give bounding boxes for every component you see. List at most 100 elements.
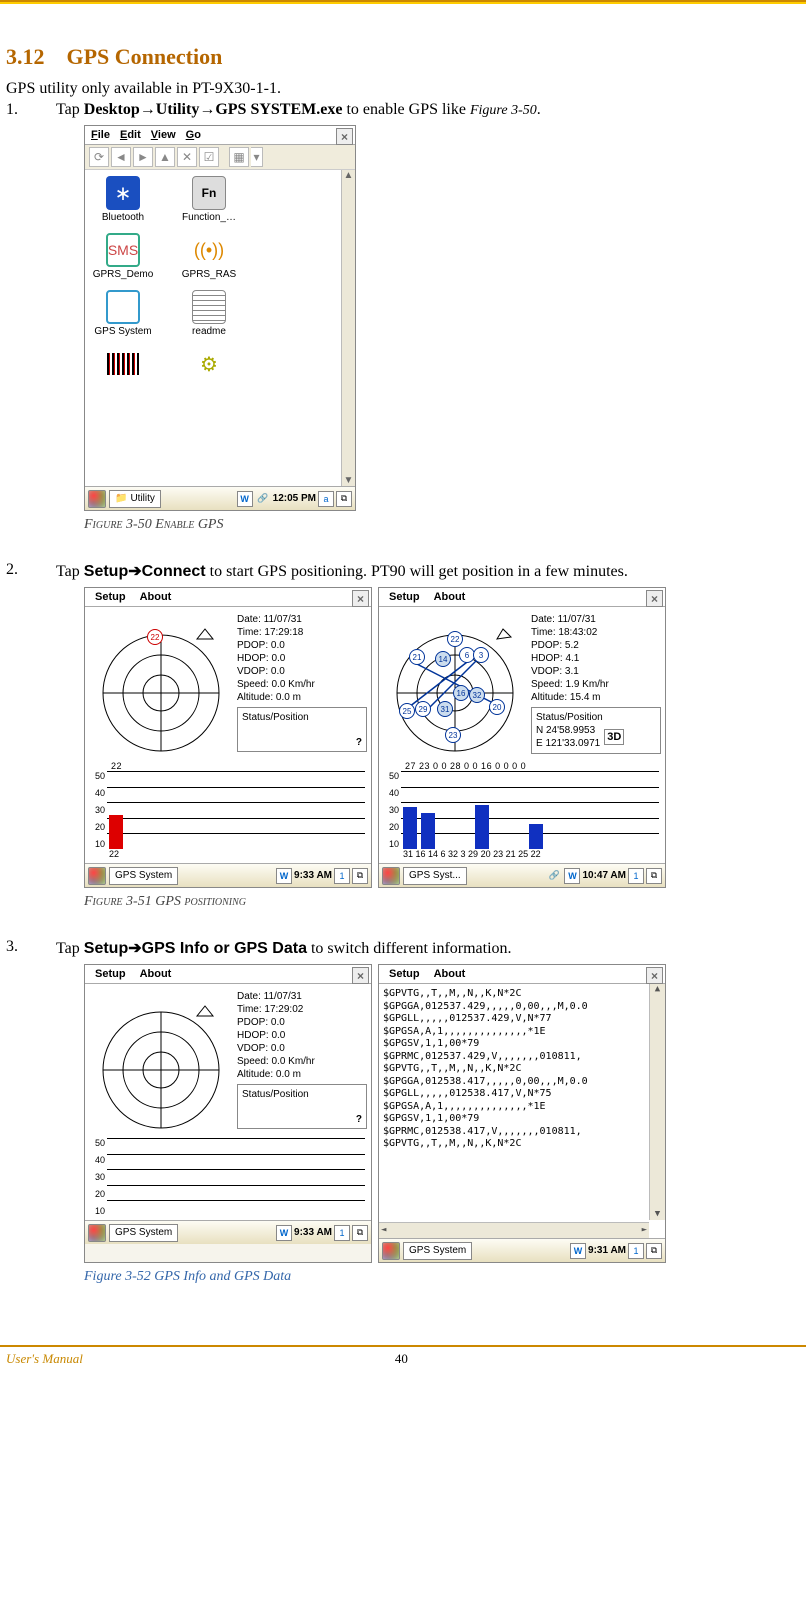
taskbar-app[interactable]: GPS System <box>109 1224 178 1242</box>
toolbar-refresh[interactable]: ⟳ <box>89 147 109 167</box>
tray-w-icon[interactable]: W <box>237 491 253 507</box>
step-suffix: to enable GPS like <box>342 101 470 118</box>
tray-1-icon[interactable]: 1 <box>628 868 644 884</box>
bluetooth-icon[interactable]: ∗Bluetooth <box>91 176 155 223</box>
menu-setup[interactable]: Setup <box>95 591 126 603</box>
nmea-line: $GPVTG,,T,,M,,N,,K,N*2C <box>383 1063 661 1076</box>
status-box: Status/Position ? <box>237 707 367 752</box>
close-icon[interactable]: × <box>646 590 663 607</box>
tray-desktop-icon[interactable]: ⧉ <box>352 1225 368 1241</box>
nmea-line: $GPGGA,012537.429,,,,,0,00,,,M,0.0 <box>383 1001 661 1014</box>
satellite-radar: 22 <box>87 611 235 759</box>
step-suffix: to switch different information. <box>307 940 512 957</box>
tray-1-icon[interactable]: 1 <box>628 1243 644 1259</box>
start-button[interactable] <box>88 867 106 885</box>
readme-icon[interactable]: readme <box>177 290 241 337</box>
taskbar-app[interactable]: GPS System <box>403 1242 472 1260</box>
menu-go[interactable]: Go <box>186 129 201 141</box>
nmea-line: $GPVTG,,T,,M,,N,,K,N*2C <box>383 1138 661 1151</box>
tray-w-icon[interactable]: W <box>276 868 292 884</box>
taskbar: GPS System W 9:33 AM 1 ⧉ <box>85 863 371 887</box>
menu-about[interactable]: About <box>140 968 172 980</box>
vertical-scrollbar[interactable]: ▲▼ <box>341 170 355 486</box>
tray-w-icon[interactable]: W <box>276 1225 292 1241</box>
tray-desktop-icon[interactable]: ⧉ <box>646 1243 662 1259</box>
menu-edit[interactable]: Edit <box>120 129 141 141</box>
tray-1-icon[interactable]: 1 <box>334 868 350 884</box>
satellite-22: 22 <box>147 629 163 645</box>
tray-1-icon[interactable]: 1 <box>334 1225 350 1241</box>
gear-icon[interactable]: ⚙ <box>177 347 241 383</box>
tray-network-icon[interactable]: 🔗 <box>255 491 271 507</box>
gps-time: Time: 17:29:18 <box>237 626 367 639</box>
close-icon[interactable]: × <box>352 967 369 984</box>
top-values: 22 <box>91 761 365 771</box>
signal-chart: 22 5040302010 22 <box>85 759 371 863</box>
footer-left: User's Manual <box>6 1351 83 1367</box>
menu-setup[interactable]: Setup <box>389 968 420 980</box>
taskbar: 📁Utility W 🔗 12:05 PM a ⧉ <box>85 486 355 510</box>
start-button[interactable] <box>88 1224 106 1242</box>
satellite-radar <box>87 988 235 1136</box>
toolbar-check[interactable]: ☑ <box>199 147 219 167</box>
gps-date: Date: 11/07/31 <box>237 613 367 626</box>
menu-about[interactable]: About <box>140 591 172 603</box>
menu-about[interactable]: About <box>434 591 466 603</box>
toolbar-back[interactable]: ◄ <box>111 147 131 167</box>
horizontal-scrollbar[interactable]: ◄► <box>379 1222 649 1238</box>
menu-file[interactable]: File <box>91 129 110 141</box>
start-button[interactable] <box>88 490 106 508</box>
toolbar-view-dropdown[interactable]: ▾ <box>251 147 263 167</box>
header-rule <box>0 0 806 4</box>
satellite-20: 20 <box>489 699 505 715</box>
start-button[interactable] <box>382 867 400 885</box>
barcode-icon[interactable] <box>91 347 155 383</box>
page-number: 40 <box>395 1351 408 1367</box>
taskbar-app[interactable]: 📁Utility <box>109 490 161 508</box>
close-icon[interactable]: × <box>352 590 369 607</box>
menu-about[interactable]: About <box>434 968 466 980</box>
menu-setup[interactable]: Setup <box>389 591 420 603</box>
gps-menubar: Setup About × <box>85 965 371 984</box>
tray-desktop-icon[interactable]: ⧉ <box>352 868 368 884</box>
gps-vdop: VDOP: 0.0 <box>237 1042 367 1055</box>
step-tail: . <box>537 101 541 118</box>
tray-desktop-icon[interactable]: ⧉ <box>336 491 352 507</box>
satellite-32: 32 <box>469 687 485 703</box>
tray-w-icon[interactable]: W <box>564 868 580 884</box>
step-prefix: Tap <box>56 101 84 118</box>
toolbar-delete[interactable]: ✕ <box>177 147 197 167</box>
close-icon[interactable]: × <box>336 128 353 145</box>
menu-setup[interactable]: Setup <box>95 968 126 980</box>
gps-vdop: VDOP: 3.1 <box>531 665 661 678</box>
menu-view[interactable]: View <box>151 129 176 141</box>
close-icon[interactable]: × <box>646 967 663 984</box>
toolbar-view[interactable]: ▦ <box>229 147 249 167</box>
taskbar-app[interactable]: GPS Syst... <box>403 867 467 885</box>
satellite-31: 31 <box>437 701 453 717</box>
tray-desktop-icon[interactable]: ⧉ <box>646 868 662 884</box>
toolbar-up[interactable]: ▲ <box>155 147 175 167</box>
taskbar-app[interactable]: GPS System <box>109 867 178 885</box>
function-icon[interactable]: FnFunction_… <box>177 176 241 223</box>
gps-system-icon[interactable]: GPS System <box>91 290 155 337</box>
gprs-demo-icon[interactable]: SMSGPRS_Demo <box>91 233 155 280</box>
figure-3-51-caption: Figure 3-51 GPS positioning <box>84 894 800 910</box>
status-mark: ? <box>356 1113 362 1126</box>
nmea-data: $GPVTG,,T,,M,,N,,K,N*2C $GPGGA,012537.42… <box>379 984 665 1238</box>
step-prefix: Tap <box>56 563 84 580</box>
menubar: File Edit View Go × <box>85 126 355 145</box>
gps-lon: E 121'33.0971 <box>536 737 600 750</box>
tray-a-icon[interactable]: a <box>318 491 334 507</box>
toolbar-forward[interactable]: ► <box>133 147 153 167</box>
gps-menubar: Setup About × <box>85 588 371 607</box>
step-2: 2. Tap Setup➔Connect to start GPS positi… <box>6 561 800 581</box>
gprs-ras-icon[interactable]: ((•))GPRS_RAS <box>177 233 241 280</box>
step-number: 1. <box>6 101 56 119</box>
nmea-line: $GPGSV,1,1,00*79 <box>383 1113 661 1126</box>
start-button[interactable] <box>382 1242 400 1260</box>
tray-w-icon[interactable]: W <box>570 1243 586 1259</box>
tray-network-icon[interactable]: 🔗 <box>546 868 562 884</box>
vertical-scrollbar[interactable]: ▲▼ <box>649 984 665 1220</box>
nmea-line: $GPRMC,012538.417,V,,,,,,,010811, <box>383 1126 661 1139</box>
